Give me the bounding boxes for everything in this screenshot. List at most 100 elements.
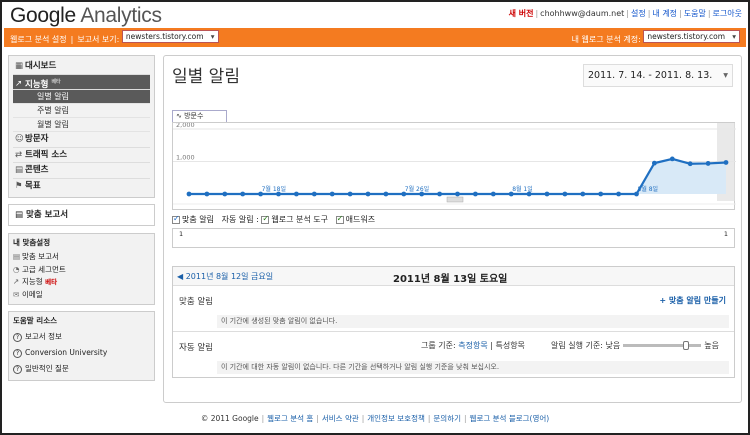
link-label: 일반적인 질문 (25, 364, 69, 373)
help-icon: ? (13, 348, 22, 358)
alert-count-start: 1 (179, 230, 184, 238)
my-account-label: 내 웹로그 분석 계정: (571, 35, 641, 44)
conversion-university-link[interactable]: ? Conversion University (13, 345, 150, 361)
analytics-settings-link[interactable]: 웹로그 분석 설정 (10, 35, 67, 44)
link-label: 맞춤 보고서 (22, 252, 59, 261)
data-point (383, 191, 389, 197)
sidebar-nav: ▦ 대시보드 ↗ 지능형 베타 일별 알림 주별 알림 월별 알림 ☺방문자 ⇄ 트래… (8, 55, 155, 198)
report-icon: ▤ (13, 252, 21, 261)
sidebar-item-visitors[interactable]: ☺방문자 (13, 132, 150, 148)
y-tick-label: 2,000 (176, 123, 195, 129)
person-icon: ☺ (15, 134, 24, 144)
sidebar-item-intelligence[interactable]: ↗ 지능형 베타 (13, 74, 150, 90)
footer-contact-link[interactable]: 문의하기 (433, 414, 461, 423)
custom-reports-button[interactable]: ▤ 맞춤 보고서 (8, 204, 155, 226)
auto-alerts-label: 자동 알림 : (221, 215, 259, 224)
help-resources-box: 도움말 리소스 ? 보고서 정보 ? Conversion University ?… (8, 311, 155, 381)
dashboard-icon: ▦ (15, 61, 24, 71)
footer-home-link[interactable]: 웹로그 분석 홈 (267, 414, 313, 423)
google-analytics-logo[interactable]: Google Analytics (10, 4, 162, 28)
data-point (723, 160, 729, 165)
x-tick-label: 8월 8일 (638, 185, 659, 193)
footer-blog-link[interactable]: 웹로그 분석 블로그(영어) (470, 414, 550, 423)
sensitivity-high-label: 높음 (704, 341, 719, 350)
intelligence-icon: ↗ (13, 277, 20, 286)
custom-alerts-checkbox[interactable] (172, 214, 180, 224)
sidebar-item-dashboard[interactable]: ▦ 대시보드 (13, 59, 150, 75)
sidebar-item-label: 목표 (25, 180, 41, 191)
chart-tab-label: 방문수 (184, 112, 204, 120)
copyright: © 2011 Google (200, 414, 259, 423)
link-label: Conversion University (25, 348, 108, 357)
auto-alerts-empty-note: 이 기간에 대한 자동 알림이 없습니다. 다른 기간을 선택하거나 알림 실행… (217, 361, 729, 374)
auto-alerts-heading: 자동 알림 (179, 343, 213, 353)
data-point (240, 191, 246, 197)
help-link[interactable]: 도움말 (684, 9, 706, 18)
sidebar-subitem-daily-alerts[interactable]: 일별 알림 (13, 90, 150, 104)
sidebar-item-goals[interactable]: ⚑ 목표 (13, 179, 150, 195)
date-range-text: 2011. 7. 14. - 2011. 8. 13. (588, 70, 713, 81)
sensitivity-slider[interactable] (623, 341, 702, 350)
sensitivity-control: 알림 실행 기준: 낮음 높음 (551, 340, 719, 351)
data-point (329, 191, 335, 197)
traffic-icon: ⇄ (15, 149, 23, 160)
analytics-tools-label: 웹로그 분석 도구 (271, 215, 329, 224)
settings-link[interactable]: 설정 (631, 9, 646, 18)
triangle-left-icon: ◀ (177, 272, 184, 281)
help-icon: ? (13, 332, 22, 342)
data-point (186, 191, 192, 197)
chevron-down-icon: ▾ (723, 70, 728, 81)
advanced-segments-link[interactable]: ◔ 고급 세그먼트 (13, 264, 150, 277)
faq-link[interactable]: ? 일반적인 질문 (13, 361, 150, 377)
sidebar-item-content[interactable]: ▤ 콘텐츠 (13, 163, 150, 179)
data-point (294, 191, 299, 197)
new-version-link[interactable]: 새 버전 (509, 9, 534, 18)
data-point (473, 191, 478, 197)
custom-reports-link[interactable]: ▤ 맞춤 보고서 (13, 251, 150, 264)
data-point (687, 161, 693, 167)
analytics-tools-checkbox[interactable] (261, 214, 270, 224)
my-account-select[interactable]: newsters.tistory.com (643, 30, 740, 43)
help-resources-heading: 도움말 리소스 (13, 316, 58, 325)
x-tick-label: 7월 26일 (405, 185, 429, 193)
report-icon: ▤ (15, 210, 24, 220)
footer-privacy-link[interactable]: 개인정보 보호정책 (367, 414, 425, 423)
chart-metric-tab[interactable]: ∿ 방문수 (172, 110, 227, 122)
sidebar-subitem-weekly-alerts[interactable]: 주별 알림 (13, 104, 150, 118)
date-range-picker[interactable]: 2011. 7. 14. - 2011. 8. 13. ▾ (583, 64, 733, 87)
data-point (365, 191, 371, 197)
user-email: chohhww@daum.net (540, 9, 625, 18)
data-point (455, 191, 460, 197)
data-point (204, 191, 210, 197)
link-label: 고급 세그먼트 (22, 264, 66, 274)
about-report-link[interactable]: ? 보고서 정보 (13, 329, 150, 345)
my-account-link[interactable]: 내 계정 (652, 9, 677, 18)
sidebar-subitem-monthly-alerts[interactable]: 월별 알림 (13, 118, 150, 132)
my-customization-box: 내 맞춤설정 ▤ 맞춤 보고서 ◔ 고급 세그먼트 ↗ 지능형 베타 ✉ 이메일 (8, 233, 155, 305)
orange-nav-bar: 웹로그 분석 설정|보고서 보기: newsters.tistory.com 내… (4, 28, 746, 47)
sidebar-item-label: 콘텐츠 (25, 165, 49, 175)
data-point (562, 191, 568, 197)
data-point (580, 191, 586, 197)
group-by-metric-link[interactable]: 측정항목 (458, 341, 487, 350)
group-by-dimension-link[interactable]: 특성항목 (495, 341, 524, 350)
adwords-checkbox[interactable] (335, 214, 344, 224)
my-customization-heading: 내 맞춤설정 (13, 238, 51, 247)
data-point (490, 191, 496, 197)
logout-link[interactable]: 로그아웃 (713, 9, 742, 18)
help-icon: ? (13, 364, 22, 374)
previous-day-link[interactable]: ◀ 2011년 8월 12일 금요일 (177, 271, 273, 282)
visits-chart-svg: 2,000 1,000 7월 18일 7월 26일 8월 1일 8월 8일 (173, 123, 736, 205)
visits-chart: 2,000 1,000 7월 18일 7월 26일 8월 1일 8월 8일 (172, 122, 736, 210)
footer-terms-link[interactable]: 서비스 약관 (322, 414, 359, 423)
view-reports-select[interactable]: newsters.tistory.com (121, 30, 219, 43)
email-link[interactable]: ✉ 이메일 (13, 289, 150, 302)
sidebar-item-traffic-sources[interactable]: ⇄ 트래픽 소스 (13, 148, 150, 163)
sidebar-item-label: 지능형 (25, 79, 49, 90)
create-custom-alert-link[interactable]: + 맞춤 알림 만들기 (659, 295, 726, 306)
intelligence-link[interactable]: ↗ 지능형 베타 (13, 276, 150, 289)
y-tick-label: 1,000 (176, 154, 195, 162)
x-tick-label: 8월 1일 (512, 185, 533, 193)
custom-alerts-label: 맞춤 알림 (182, 215, 214, 224)
slider-thumb[interactable] (683, 341, 690, 350)
